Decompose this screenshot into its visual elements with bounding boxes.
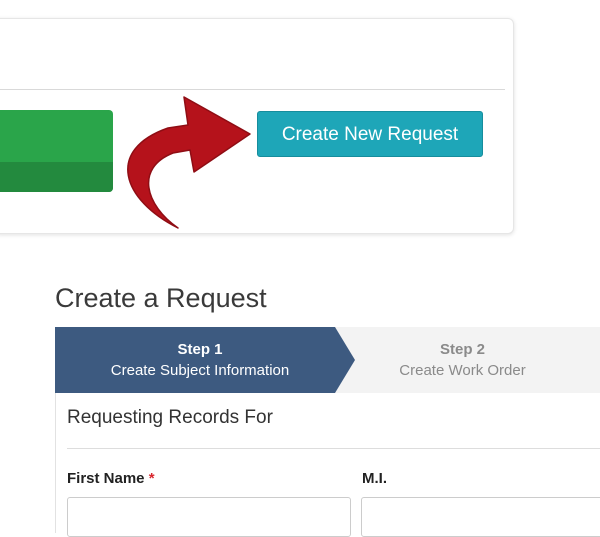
middle-initial-label: M.I. xyxy=(362,470,387,487)
green-button-lower-section xyxy=(0,162,113,192)
first-name-input[interactable] xyxy=(67,497,351,537)
page-title: Create a Request xyxy=(55,283,267,313)
step-2-title: Step 2 xyxy=(439,341,485,358)
step-2[interactable]: Step 2 Create Work Order xyxy=(345,327,580,393)
step-1[interactable]: Step 1 Create Subject Information xyxy=(55,327,345,393)
create-new-request-button[interactable]: Create New Request xyxy=(257,111,483,157)
step-1-subtitle: Create Subject Information xyxy=(110,362,290,379)
step-1-title: Step 1 xyxy=(177,341,223,358)
green-action-button[interactable] xyxy=(0,110,113,192)
section-title: Requesting Records For xyxy=(67,407,273,428)
middle-initial-input[interactable] xyxy=(361,497,600,537)
step-progress-bar: Step 1 Create Subject Information Step 2… xyxy=(55,327,600,393)
required-marker: * xyxy=(148,470,155,487)
first-name-label-text: First Name xyxy=(67,470,145,487)
request-form: Requesting Records For First Name * M.I. xyxy=(55,393,600,537)
card-divider xyxy=(0,89,505,90)
step-2-subtitle: Create Work Order xyxy=(399,362,526,379)
section-divider xyxy=(67,448,600,449)
first-name-label: First Name * xyxy=(67,470,155,487)
